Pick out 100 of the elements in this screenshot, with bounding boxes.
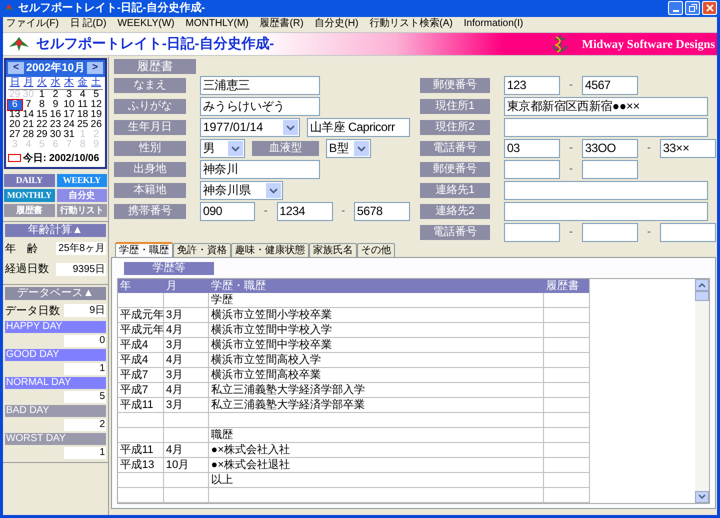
- calendar-day[interactable]: 19: [89, 110, 103, 120]
- input-field[interactable]: 33××: [660, 138, 716, 158]
- tab[interactable]: 家族氏名: [309, 242, 357, 256]
- calendar-day[interactable]: 11: [76, 100, 90, 110]
- section-header[interactable]: 年齢計算▲: [5, 224, 106, 236]
- input-field[interactable]: 123: [504, 76, 560, 94]
- calendar-day[interactable]: 17: [62, 110, 76, 120]
- menu-item[interactable]: MONTHLY(M): [186, 16, 249, 30]
- input-field[interactable]: [582, 160, 638, 178]
- menu-item[interactable]: Information(I): [464, 16, 524, 30]
- calendar-day[interactable]: 3: [62, 90, 76, 100]
- calendar-day[interactable]: 4: [76, 90, 90, 100]
- calendar-day[interactable]: 1: [35, 90, 49, 100]
- input-field[interactable]: 三浦恵三: [200, 76, 320, 94]
- tab[interactable]: 学歴・職歴: [115, 242, 173, 256]
- menu-item[interactable]: ファイル(F): [6, 16, 59, 30]
- tab[interactable]: その他: [357, 242, 395, 256]
- table-cell: 学歴: [209, 292, 544, 306]
- minimize-icon: [672, 10, 678, 12]
- window-title: セルフポートレイト-日記-自分史作成-: [18, 0, 205, 16]
- tab[interactable]: 趣味・健康状態: [231, 242, 309, 256]
- field-label: 郵便番号: [420, 78, 490, 92]
- calendar-day[interactable]: 25: [76, 120, 90, 130]
- input-field[interactable]: 33OO: [582, 138, 638, 158]
- calendar-day[interactable]: 12: [89, 100, 103, 110]
- scrollbar[interactable]: [695, 278, 709, 502]
- calendar-day[interactable]: 7: [22, 100, 36, 110]
- field-label: 電話番号: [420, 140, 490, 156]
- category-bar: NORMAL DAY: [5, 377, 106, 389]
- calendar-day[interactable]: 24: [62, 120, 76, 130]
- calendar-day[interactable]: 8: [35, 100, 49, 110]
- next-month-button[interactable]: >: [87, 62, 103, 74]
- input-field[interactable]: [504, 202, 708, 220]
- menu-item[interactable]: 自分史(H): [314, 16, 358, 30]
- calendar-day[interactable]: 15: [35, 110, 49, 120]
- calendar-day[interactable]: 9: [48, 100, 62, 110]
- input-field[interactable]: [504, 180, 708, 200]
- menu-item[interactable]: 行動リスト検索(A): [369, 16, 453, 30]
- dropdown-field[interactable]: 男: [200, 138, 245, 158]
- table-cell: 4月: [164, 352, 209, 366]
- calendar-day[interactable]: 6: [8, 100, 22, 110]
- stat-value: 9395日: [56, 262, 106, 276]
- input-field[interactable]: 東京都新宿区西新宿●●××: [504, 96, 708, 116]
- input-field[interactable]: 03: [504, 138, 560, 158]
- calendar-day[interactable]: 2: [48, 90, 62, 100]
- calendar-day[interactable]: 31: [62, 130, 76, 140]
- input-field[interactable]: 090: [200, 202, 255, 220]
- calendar-day[interactable]: 21: [22, 120, 36, 130]
- input-field[interactable]: 山羊座 Capricorr: [307, 118, 410, 136]
- calendar-day[interactable]: 23: [48, 120, 62, 130]
- input-field[interactable]: 4567: [582, 76, 638, 94]
- calendar-day[interactable]: 10: [62, 100, 76, 110]
- input-field[interactable]: 5678: [354, 202, 410, 220]
- dropdown-value: 1977/01/14: [203, 119, 264, 136]
- scroll-up-icon[interactable]: [695, 278, 709, 300]
- calendar-day[interactable]: 30: [48, 130, 62, 140]
- calendar-day[interactable]: 26: [89, 120, 103, 130]
- weekday-label: 土: [90, 76, 102, 88]
- table-cell: 私立三浦義塾大学経済学部卒業: [209, 398, 544, 412]
- dropdown-field[interactable]: 1977/01/14: [200, 118, 300, 136]
- input-field[interactable]: [504, 160, 560, 178]
- scroll-down-icon[interactable]: [695, 490, 709, 502]
- input-field[interactable]: [582, 222, 638, 242]
- input-field[interactable]: 1234: [276, 202, 332, 220]
- restore-button[interactable]: [685, 1, 700, 16]
- minimize-button[interactable]: [668, 1, 683, 16]
- column-header: 学歴・職歴: [210, 278, 267, 292]
- menu-item[interactable]: WEEKLY(W): [117, 16, 174, 30]
- nav-button[interactable]: MONTHLY: [4, 188, 54, 202]
- table-cell: 平成13: [118, 458, 164, 472]
- dropdown-field[interactable]: 神奈川県: [200, 180, 283, 200]
- dropdown-field[interactable]: B型: [326, 138, 371, 158]
- section-title: 学歴等: [124, 262, 214, 274]
- table-cell: 平成元年: [118, 322, 164, 336]
- calendar-day[interactable]: 28: [22, 130, 36, 140]
- menu-item[interactable]: 履歴書(R): [260, 16, 304, 30]
- input-field[interactable]: [504, 118, 708, 136]
- input-field[interactable]: 神奈川: [200, 160, 320, 178]
- weekday-label: 日: [8, 76, 21, 88]
- input-field[interactable]: [660, 222, 716, 242]
- input-field[interactable]: [504, 222, 560, 242]
- chevron-down-icon: [283, 120, 298, 134]
- dropdown-value: B型: [329, 140, 350, 157]
- tab[interactable]: 免許・資格: [173, 242, 231, 256]
- calendar-day[interactable]: 5: [89, 90, 103, 100]
- calendar-day[interactable]: 29: [35, 130, 49, 140]
- input-field[interactable]: みうらけいぞう: [200, 96, 320, 116]
- table-cell: 私立三浦義塾大学経済学部入学: [209, 382, 544, 396]
- close-button[interactable]: [702, 1, 717, 16]
- calendar-day[interactable]: 22: [35, 120, 49, 130]
- nav-button[interactable]: DAILY: [4, 174, 54, 186]
- menu-item[interactable]: 日 記(D): [70, 16, 106, 30]
- calendar-day[interactable]: 16: [48, 110, 62, 120]
- calendar-day[interactable]: 20: [8, 120, 22, 130]
- calendar-day[interactable]: 13: [8, 110, 22, 120]
- calendar-day[interactable]: 18: [76, 110, 90, 120]
- calendar-day[interactable]: 27: [8, 130, 22, 140]
- previous-month-button[interactable]: <: [8, 62, 24, 74]
- stat-value: 2: [64, 419, 106, 431]
- calendar-day[interactable]: 14: [22, 110, 36, 120]
